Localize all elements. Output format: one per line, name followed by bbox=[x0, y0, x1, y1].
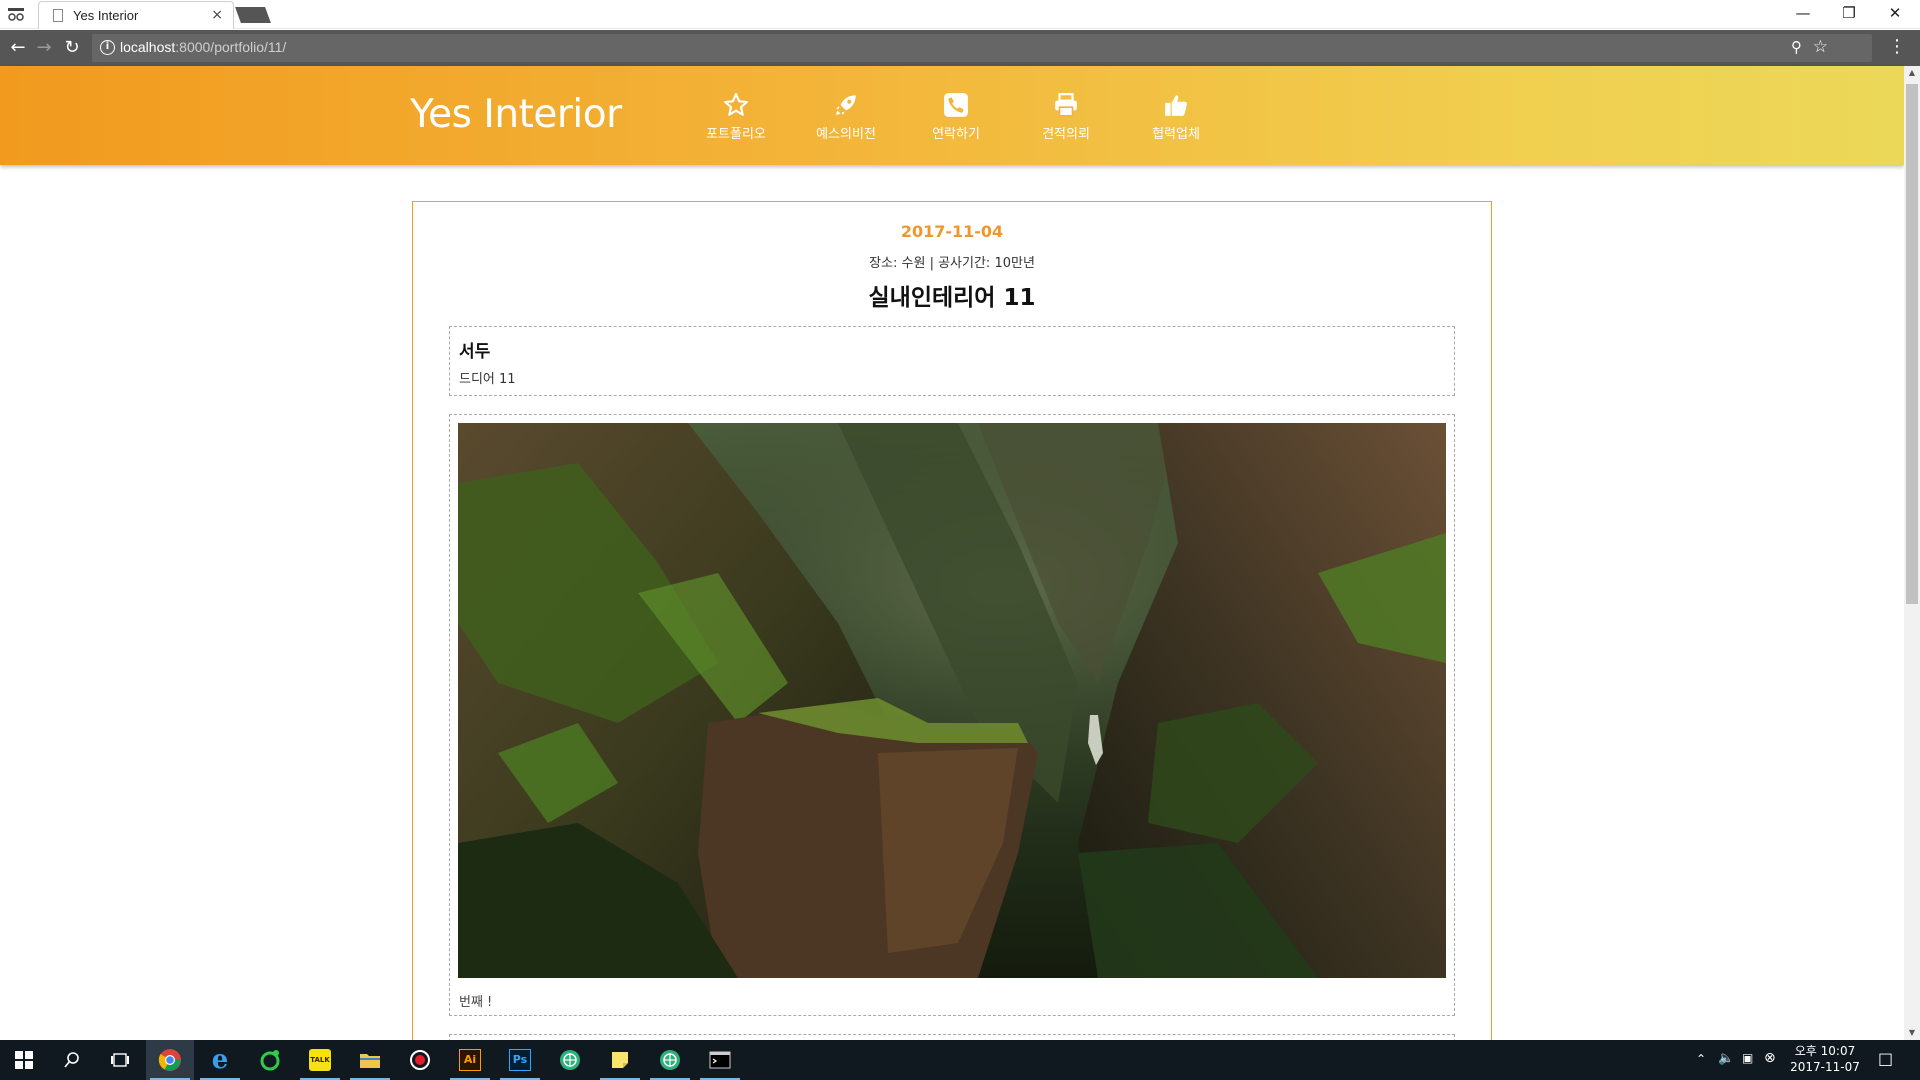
nav-label: 협력업체 bbox=[1152, 127, 1200, 142]
post-title: 실내인테리어 11 bbox=[868, 285, 1036, 311]
reload-button[interactable]: ↻ bbox=[60, 37, 84, 58]
canyon-photo bbox=[458, 423, 1446, 978]
address-bar: ← → ↻ i localhost:8000/portfolio/11/ ⚲ ☆… bbox=[0, 30, 1920, 66]
clock-time: 오후 10:07 bbox=[1794, 1044, 1856, 1058]
browser-menu-icon[interactable]: ⋮ bbox=[1888, 36, 1906, 57]
windows-start-icon[interactable] bbox=[0, 1040, 48, 1080]
intro-section: 서두 드디어 11 bbox=[449, 326, 1455, 396]
nav-contact[interactable]: 연락하기 bbox=[913, 92, 999, 142]
browser-titlebar: Yes Interior × — ❐ ✕ bbox=[0, 0, 1920, 29]
close-window-button[interactable]: ✕ bbox=[1872, 4, 1918, 22]
illustrator-icon[interactable]: Ai bbox=[446, 1040, 494, 1080]
network-icon[interactable]: ▣ bbox=[1742, 1051, 1753, 1080]
printer-icon bbox=[1055, 93, 1077, 117]
photo-section: 번째 ! bbox=[449, 414, 1455, 1016]
tab-title: Yes Interior bbox=[73, 8, 139, 23]
new-tab-button[interactable] bbox=[235, 7, 271, 23]
restore-button[interactable]: ❐ bbox=[1826, 4, 1872, 22]
edge-icon[interactable]: e bbox=[196, 1040, 244, 1080]
site-header: Yes Interior 포트폴리오 예스의비전 연락하기 견적의뢰 협력업체 bbox=[0, 66, 1904, 165]
nav-estimate[interactable]: 견적의뢰 bbox=[1023, 92, 1109, 142]
action-center-icon[interactable]: □ bbox=[1878, 1049, 1893, 1080]
canyon-landscape-image bbox=[458, 423, 1446, 978]
close-tab-icon[interactable]: × bbox=[211, 7, 223, 23]
nav-label: 견적의뢰 bbox=[1042, 127, 1090, 142]
scroll-down-arrow-icon[interactable]: ▼ bbox=[1906, 1028, 1918, 1037]
rocket-icon bbox=[836, 95, 856, 115]
kakaotalk-icon[interactable]: TALK bbox=[296, 1040, 344, 1080]
sticky-notes-icon[interactable] bbox=[596, 1040, 644, 1080]
bookmark-star-icon[interactable]: ☆ bbox=[1813, 37, 1828, 57]
volume-icon[interactable]: 🔈 bbox=[1718, 1051, 1734, 1080]
nav-label: 연락하기 bbox=[932, 127, 980, 142]
info-icon[interactable]: i bbox=[100, 40, 115, 55]
portfolio-card: 2017-11-04 장소: 수원 | 공사기간: 10만년 실내인테리어 11… bbox=[412, 201, 1492, 1064]
line-icon[interactable] bbox=[246, 1040, 294, 1080]
incognito-icon bbox=[8, 8, 24, 21]
record-icon[interactable] bbox=[396, 1040, 444, 1080]
star-icon bbox=[724, 93, 748, 116]
scroll-thumb[interactable] bbox=[1906, 84, 1918, 604]
windows-taskbar: e TALK Ai Ps ⌃ 🔈 ▣ ⊗ 오후 10:07 2017-11-07… bbox=[0, 1040, 1920, 1080]
chrome-icon[interactable] bbox=[146, 1040, 194, 1080]
app-icon[interactable] bbox=[546, 1040, 594, 1080]
search-icon[interactable] bbox=[48, 1040, 96, 1080]
photoshop-icon[interactable]: Ps bbox=[496, 1040, 544, 1080]
thumbs-up-icon bbox=[1165, 95, 1187, 116]
task-view-icon[interactable] bbox=[96, 1040, 144, 1080]
page-icon bbox=[53, 9, 63, 22]
file-explorer-icon[interactable] bbox=[346, 1040, 394, 1080]
forward-button[interactable]: → bbox=[32, 37, 56, 58]
nav-portfolio[interactable]: 포트폴리오 bbox=[693, 92, 779, 142]
terminal-icon[interactable] bbox=[696, 1040, 744, 1080]
phone-icon bbox=[944, 93, 968, 117]
url-text: localhost:8000/portfolio/11/ bbox=[120, 39, 286, 55]
back-button[interactable]: ← bbox=[6, 37, 30, 58]
app-icon[interactable] bbox=[646, 1040, 694, 1080]
url-host: localhost bbox=[120, 39, 176, 55]
site-logo[interactable]: Yes Interior bbox=[410, 92, 622, 137]
photo-caption: 번째 ! bbox=[459, 995, 493, 1010]
browser-tab[interactable]: Yes Interior × bbox=[38, 1, 234, 29]
url-path: :8000/portfolio/11/ bbox=[175, 39, 287, 55]
nav-label: 포트폴리오 bbox=[706, 127, 766, 142]
intro-text: 드디어 11 bbox=[459, 372, 516, 387]
taskbar-clock[interactable]: 오후 10:07 2017-11-07 bbox=[1790, 1043, 1860, 1075]
nav-label: 예스의비전 bbox=[816, 127, 876, 142]
nav-vision[interactable]: 예스의비전 bbox=[803, 92, 889, 142]
intro-heading: 서두 bbox=[459, 342, 491, 362]
post-date: 2017-11-04 bbox=[900, 222, 1004, 241]
post-meta: 장소: 수원 | 공사기간: 10만년 bbox=[869, 256, 1035, 271]
nav-partners[interactable]: 협력업체 bbox=[1133, 92, 1219, 142]
tray-chevron-icon[interactable]: ⌃ bbox=[1696, 1052, 1706, 1080]
clock-date: 2017-11-07 bbox=[1790, 1060, 1860, 1074]
minimize-button[interactable]: — bbox=[1780, 4, 1826, 22]
notification-error-icon[interactable]: ⊗ bbox=[1764, 1050, 1776, 1080]
zoom-icon[interactable]: ⚲ bbox=[1791, 38, 1802, 56]
scroll-up-arrow-icon[interactable]: ▲ bbox=[1906, 68, 1918, 77]
url-input[interactable]: i localhost:8000/portfolio/11/ ⚲ ☆ bbox=[92, 34, 1872, 62]
